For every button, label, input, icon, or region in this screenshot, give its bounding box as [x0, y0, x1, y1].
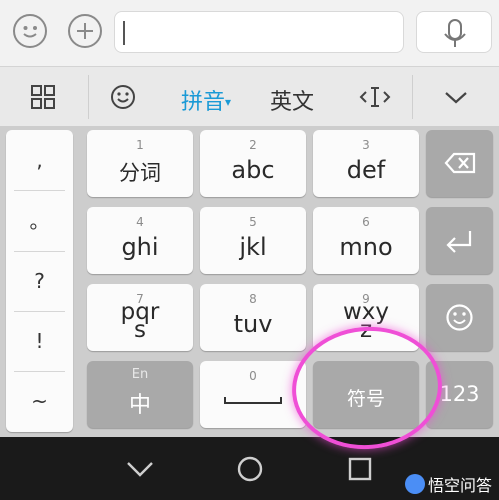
space-key[interactable]: 0: [200, 361, 306, 428]
lang-label: 中: [128, 393, 151, 418]
punctuation-column: , 。 ? ! ~: [6, 130, 73, 432]
cursor-move-icon[interactable]: [358, 83, 392, 111]
punct-key-comma[interactable]: ,: [6, 130, 73, 190]
key-number: 8: [249, 292, 257, 306]
text-cursor: [123, 21, 125, 45]
key-2-abc[interactable]: 2 abc: [200, 130, 306, 197]
pinyin-mode-label: 拼音: [181, 90, 226, 115]
numbers-label: 123: [439, 382, 480, 406]
key-3-def[interactable]: 3 def: [313, 130, 419, 197]
key-1-segment[interactable]: 1 分词: [87, 130, 193, 197]
message-input[interactable]: [114, 11, 404, 53]
punct-key-exclaim[interactable]: !: [6, 311, 73, 371]
pinyin-mode-tab[interactable]: 拼音▾: [181, 84, 231, 116]
key-label: pqr s: [87, 301, 193, 343]
emoji-panel-icon[interactable]: [109, 83, 137, 111]
language-switch-key[interactable]: En 中: [87, 361, 193, 428]
voice-input-button[interactable]: [416, 11, 492, 53]
pinyin-dropdown-caret: ▾: [225, 95, 232, 109]
key-number: 1: [136, 138, 144, 152]
smiley-icon: [23, 26, 37, 38]
wukong-logo-icon: [405, 474, 425, 494]
enter-icon: [446, 231, 472, 253]
backspace-icon: [444, 152, 476, 174]
ime-toolbar: 拼音▾ 英文: [0, 66, 499, 126]
back-icon[interactable]: [125, 459, 155, 479]
key-number: 3: [362, 138, 370, 152]
english-mode-tab[interactable]: 英文: [270, 84, 314, 116]
t9-keyboard: , 。 ? ! ~ 1 分词 2 abc 3 def 4 ghi 5 jkl 6…: [0, 126, 499, 437]
key-label: abc: [231, 156, 275, 184]
punct-key-question[interactable]: ?: [6, 251, 73, 311]
key-label: tuv: [233, 310, 273, 338]
punct-key-period[interactable]: 。: [6, 191, 73, 251]
key-label-line2: s: [134, 317, 146, 343]
watermark-text: 悟空问答: [428, 476, 493, 495]
key-label: mno: [339, 233, 393, 261]
symbols-key[interactable]: 符号: [313, 361, 419, 428]
punct-key-tilde[interactable]: ~: [6, 371, 73, 431]
symbols-label: 符号: [346, 388, 385, 410]
key-label: wxy z: [313, 301, 419, 343]
key-4-ghi[interactable]: 4 ghi: [87, 207, 193, 274]
enter-key[interactable]: [426, 207, 493, 274]
numbers-key[interactable]: 123: [426, 361, 493, 428]
add-attachment-button[interactable]: [68, 14, 102, 48]
key-label: 分词: [119, 161, 161, 185]
key-label: def: [346, 156, 386, 184]
toolbar-divider: [412, 75, 413, 119]
smiley-icon: [446, 304, 473, 331]
grid-menu-icon[interactable]: [30, 84, 56, 110]
key-9-wxyz[interactable]: 9 wxy z: [313, 284, 419, 351]
key-8-tuv[interactable]: 8 tuv: [200, 284, 306, 351]
key-number: 5: [249, 215, 257, 229]
toolbar-divider: [88, 75, 89, 119]
plus-icon: [77, 23, 93, 39]
key-number: 4: [136, 215, 144, 229]
emoji-button[interactable]: [13, 14, 47, 48]
key-6-mno[interactable]: 6 mno: [313, 207, 419, 274]
key-5-jkl[interactable]: 5 jkl: [200, 207, 306, 274]
collapse-keyboard-icon[interactable]: [443, 84, 469, 110]
source-watermark: 悟空问答: [405, 473, 492, 495]
backspace-key[interactable]: [426, 130, 493, 197]
key-7-pqrs[interactable]: 7 pqr s: [87, 284, 193, 351]
key-label-line2: z: [359, 317, 373, 343]
recents-icon[interactable]: [348, 457, 372, 481]
key-number: 6: [362, 215, 370, 229]
home-icon[interactable]: [236, 455, 264, 483]
chat-input-bar: [0, 0, 499, 66]
lang-hint: En: [131, 367, 149, 382]
key-label: jkl: [239, 233, 267, 261]
space-bar-icon: [224, 397, 282, 404]
key-number: 2: [249, 138, 257, 152]
microphone-icon: [444, 19, 466, 47]
key-label: ghi: [121, 233, 159, 261]
emoji-key[interactable]: [426, 284, 493, 351]
